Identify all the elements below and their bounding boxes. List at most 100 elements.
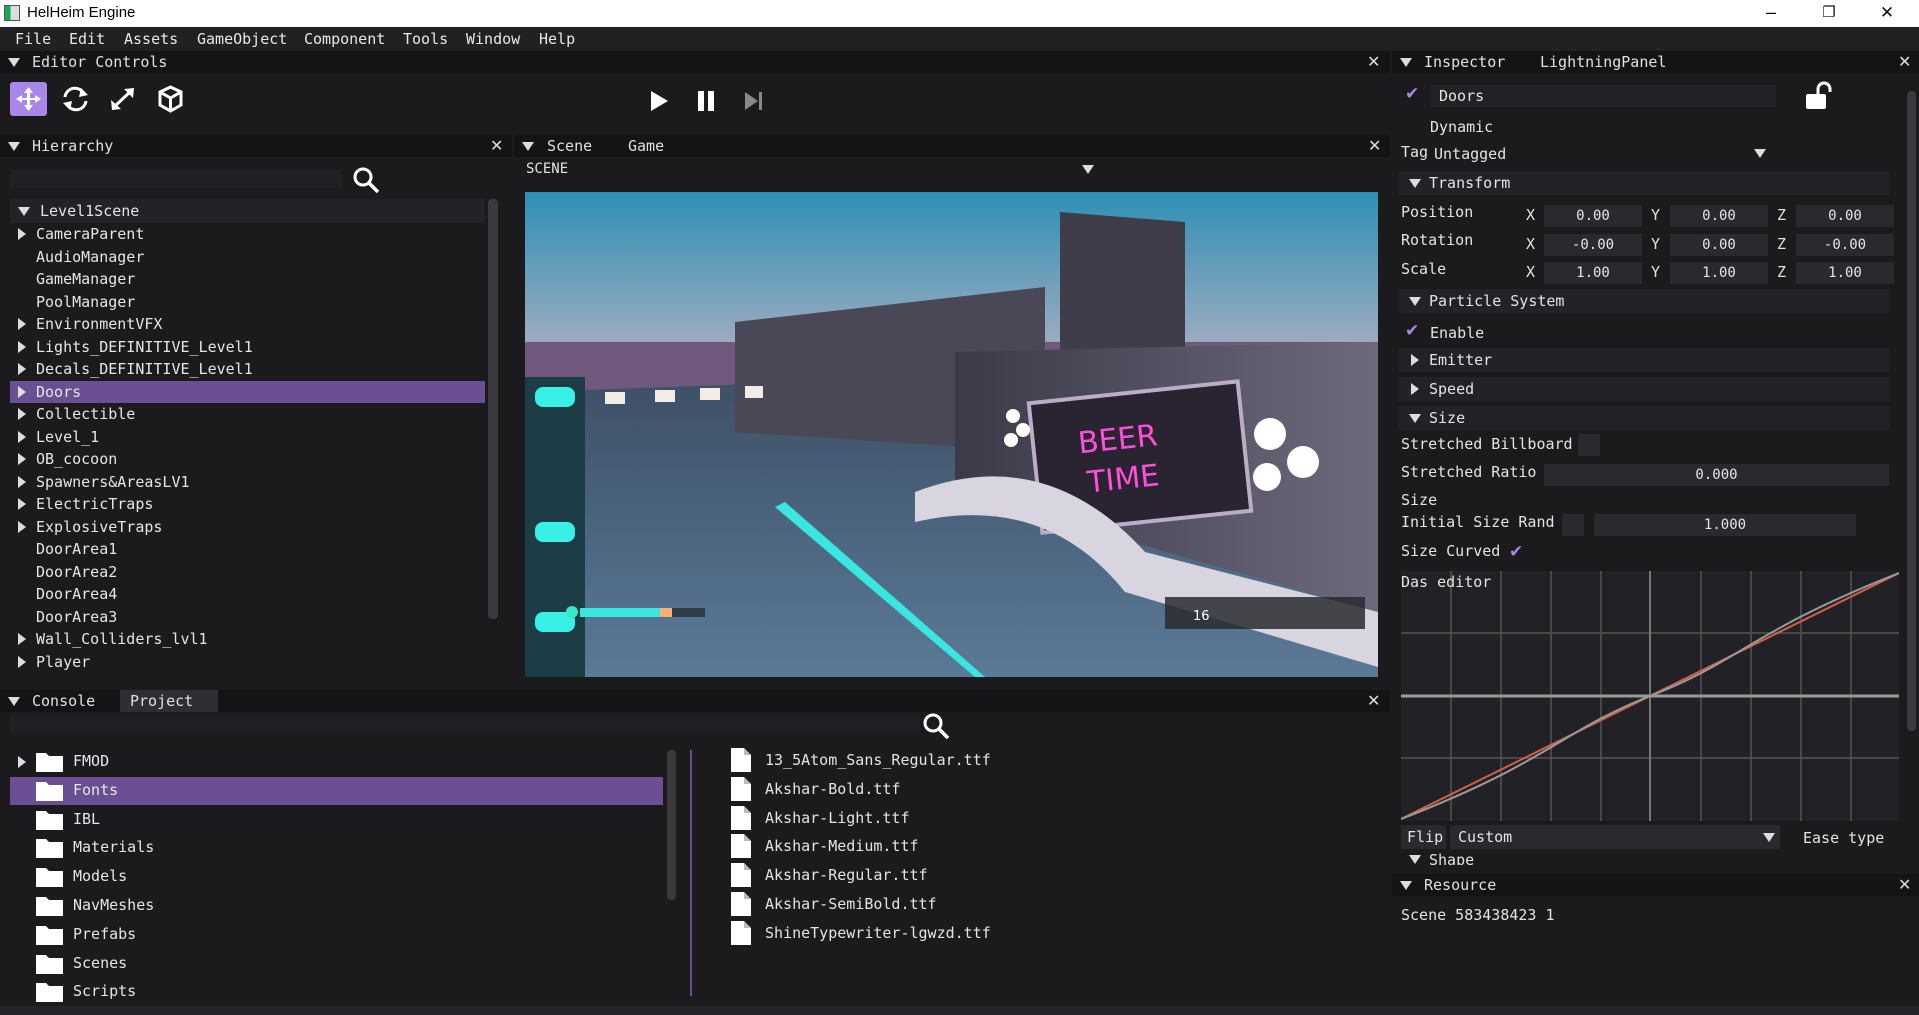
collapsed-arrow-icon[interactable] (18, 475, 26, 488)
rotate-tool-button[interactable] (57, 82, 94, 116)
menu-file[interactable]: File (15, 30, 51, 48)
scale-z-field[interactable]: 1.00 (1796, 262, 1894, 284)
hierarchy-item[interactable]: GameManager (10, 268, 485, 290)
folder-item[interactable]: Scripts (10, 978, 663, 1006)
position-z-field[interactable]: 0.00 (1796, 205, 1894, 227)
collapsed-arrow-icon[interactable] (18, 340, 26, 353)
file-item[interactable]: Akshar-Regular.ttf (731, 863, 1131, 889)
hierarchy-item[interactable]: DoorArea3 (10, 606, 485, 628)
collapsed-arrow-icon[interactable] (18, 756, 26, 768)
file-item[interactable]: Akshar-Bold.ttf (731, 776, 1131, 803)
hierarchy-item[interactable]: Decals_DEFINITIVE_Level1 (10, 358, 485, 380)
collapsed-arrow-icon[interactable] (18, 453, 26, 465)
menu-component[interactable]: Component (304, 30, 385, 48)
close-icon[interactable]: ✕ (1367, 52, 1380, 71)
folder-scrollbar[interactable] (667, 750, 676, 900)
collapsed-arrow-icon[interactable] (18, 520, 26, 533)
hierarchy-item[interactable]: OB_cocoon (10, 448, 485, 470)
file-item[interactable]: ShineTypewriter-lgwzd.ttf (731, 920, 1131, 947)
active-checkbox[interactable]: ✔ (1405, 84, 1419, 104)
restore-button[interactable]: ❐ (1800, 0, 1858, 27)
collapse-arrow-icon[interactable] (8, 142, 20, 151)
object-name-input[interactable]: Doors (1431, 85, 1776, 107)
collapsed-arrow-icon[interactable] (18, 408, 26, 420)
hierarchy-search-input[interactable] (10, 170, 342, 188)
tab-project[interactable]: Project (120, 690, 218, 712)
stretched-ratio-field[interactable]: 0.000 (1544, 464, 1889, 486)
folder-item[interactable]: IBL (10, 806, 663, 834)
rotation-x-field[interactable]: -0.00 (1544, 234, 1642, 256)
folder-item[interactable]: Materials (10, 834, 663, 862)
close-icon[interactable]: ✕ (490, 136, 503, 155)
dynamic-label[interactable]: Dynamic (1430, 118, 1493, 136)
particle-system-section[interactable]: Particle System (1399, 289, 1889, 313)
hierarchy-item[interactable]: AudioManager (10, 246, 485, 268)
hierarchy-item[interactable]: Spawners&AreasLV1 (10, 471, 485, 493)
curve-editor[interactable]: Das editor (1400, 571, 1900, 821)
close-icon[interactable]: ✕ (1367, 691, 1380, 710)
pause-button[interactable] (694, 89, 718, 117)
collapsed-arrow-icon[interactable] (18, 430, 26, 443)
menu-tools[interactable]: Tools (403, 30, 448, 48)
collapse-arrow-icon[interactable] (8, 697, 20, 706)
collapsed-arrow-icon[interactable] (18, 363, 26, 375)
tab-game[interactable]: Game (628, 137, 664, 155)
collapsed-arrow-icon[interactable] (18, 318, 26, 330)
hierarchy-root[interactable]: Level1Scene (10, 199, 485, 223)
rotation-y-field[interactable]: 0.00 (1670, 234, 1768, 256)
ease-type-dropdown[interactable]: Custom (1450, 825, 1780, 849)
hierarchy-item[interactable]: PoolManager (10, 291, 485, 313)
close-icon[interactable]: ✕ (1368, 136, 1381, 155)
scale-x-field[interactable]: 1.00 (1544, 262, 1642, 284)
hierarchy-item[interactable]: Doors (10, 380, 485, 403)
speed-section[interactable]: Speed (1399, 377, 1889, 401)
collapsed-arrow-icon[interactable] (18, 228, 26, 240)
flip-button[interactable]: Flip (1401, 825, 1446, 849)
file-item[interactable]: Akshar-Medium.ttf (731, 834, 1131, 860)
hierarchy-item[interactable]: ElectricTraps (10, 493, 485, 515)
collapse-arrow-icon[interactable] (8, 58, 20, 67)
hierarchy-item[interactable]: DoorArea1 (10, 538, 485, 560)
initial-size-rand-checkbox[interactable] (1562, 514, 1584, 536)
rotation-z-field[interactable]: -0.00 (1796, 234, 1894, 256)
initial-size-field[interactable]: 1.000 (1594, 514, 1856, 536)
collapsed-arrow-icon[interactable] (18, 385, 26, 398)
scale-tool-button[interactable] (104, 82, 141, 116)
hierarchy-item[interactable]: Level_1 (10, 426, 485, 448)
close-icon[interactable]: ✕ (1898, 52, 1911, 71)
step-button[interactable] (742, 89, 766, 117)
menu-edit[interactable]: Edit (69, 30, 105, 48)
collapsed-arrow-icon[interactable] (18, 655, 26, 668)
hierarchy-item[interactable]: Player (10, 651, 485, 673)
close-icon[interactable]: ✕ (1898, 875, 1911, 894)
position-y-field[interactable]: 0.00 (1670, 205, 1768, 227)
expand-arrow-icon[interactable] (18, 207, 30, 216)
folder-item[interactable]: Fonts (10, 776, 663, 805)
position-x-field[interactable]: 0.00 (1544, 205, 1642, 227)
scene-mode-dropdown[interactable]: SCENE (522, 160, 1094, 180)
tab-lightning-panel[interactable]: LightningPanel (1540, 53, 1666, 71)
menu-gameobject[interactable]: GameObject (197, 30, 287, 48)
size-curved-checkbox[interactable]: ✔ (1509, 542, 1523, 562)
hierarchy-item[interactable]: Collectible (10, 403, 485, 425)
scene-viewport[interactable]: BEER TIME 16 (525, 192, 1378, 677)
collapse-arrow-icon[interactable] (1400, 881, 1412, 890)
hierarchy-item[interactable]: Lights_DEFINITIVE_Level1 (10, 336, 485, 358)
folder-item[interactable]: NavMeshes (10, 892, 663, 920)
folder-item[interactable]: Models (10, 863, 663, 891)
menu-window[interactable]: Window (466, 30, 520, 48)
hierarchy-item[interactable]: ExplosiveTraps (10, 516, 485, 538)
folder-item[interactable]: Prefabs (10, 921, 663, 949)
folder-item[interactable]: FMOD (10, 748, 663, 776)
shape-section[interactable]: Shape (1399, 851, 1889, 865)
search-button[interactable] (922, 712, 950, 744)
folder-item[interactable]: Scenes (10, 950, 663, 978)
tab-inspector[interactable]: Inspector (1424, 53, 1505, 71)
emitter-section[interactable]: Emitter (1399, 348, 1889, 372)
minimize-button[interactable]: – (1742, 0, 1800, 27)
tab-scene[interactable]: Scene (547, 137, 592, 155)
cube-tool-button[interactable] (152, 82, 189, 116)
project-search-input[interactable] (10, 715, 920, 733)
move-tool-button[interactable] (10, 82, 47, 116)
tab-console[interactable]: Console (32, 692, 95, 710)
